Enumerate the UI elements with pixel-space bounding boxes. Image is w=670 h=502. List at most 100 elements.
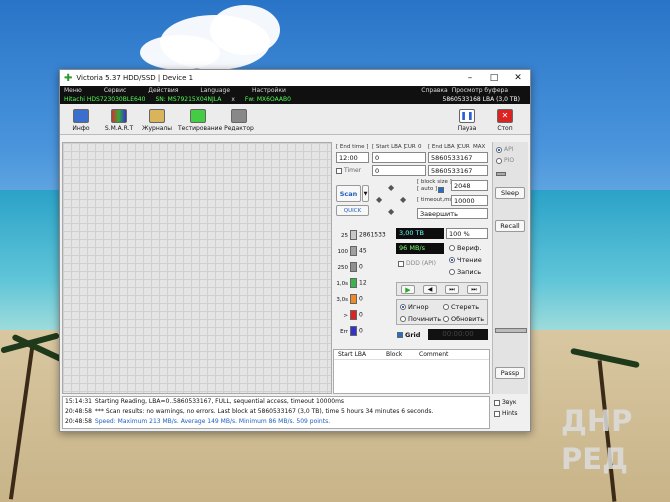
latency-bar-label: 1,0s (336, 280, 348, 287)
auto-checkbox[interactable] (438, 187, 444, 193)
smart-button[interactable]: S.M.A.R.T (102, 109, 136, 132)
event-log: 15:14:31 Starting Reading, LBA=0..586053… (62, 396, 490, 429)
logs-button[interactable]: Журналы (140, 109, 174, 132)
arrow-left-icon[interactable]: ◆ (376, 195, 382, 204)
ignore-radio-icon (400, 304, 406, 310)
error-action-group: Игнор Стереть Починить Обновить (396, 299, 488, 325)
pio-radio[interactable]: PIO (496, 157, 514, 164)
test-label: Тестирование (178, 125, 223, 132)
latency-bar-count: 0 (359, 263, 363, 271)
repair-radio[interactable]: Починить (400, 315, 441, 323)
erase-label: Стереть (451, 303, 480, 311)
pause-label: Пауза (457, 125, 477, 132)
erase-radio[interactable]: Стереть (443, 303, 479, 311)
latency-bar-count: 0 (359, 327, 363, 335)
ddd-checkbox[interactable]: DDD (API) (398, 260, 436, 267)
passp-button[interactable]: Passp (495, 367, 525, 379)
ddd-label: DDD (API) (406, 260, 436, 267)
right-sidebar: API PIO Sleep Recall Passp (492, 142, 528, 394)
watermark-line1: ДНР (561, 404, 633, 438)
end-icon[interactable]: ⏭ (467, 285, 481, 294)
refresh-radio[interactable]: Обновить (443, 315, 484, 323)
menu-item-menu[interactable]: Меню (64, 87, 82, 94)
drive-lba: 5860533168 LBA (3,0 TB) (442, 96, 520, 103)
minimize-button[interactable]: – (458, 73, 482, 83)
arrow-down-icon[interactable]: ◆ (388, 207, 394, 216)
finish-select[interactable]: Завершить (417, 208, 488, 219)
log-line: 20:48:58 *** Scan results: no warnings, … (63, 407, 489, 417)
write-radio[interactable]: Запись (449, 268, 481, 276)
latency-bar-swatch (350, 310, 357, 320)
menu-bar: Меню Сервис Действия Language Настройки … (60, 86, 530, 95)
log-time: 20:48:58 (65, 418, 92, 425)
latency-bar-row: >0 (336, 310, 394, 322)
hints-checkbox[interactable]: Hints (494, 410, 517, 417)
menu-item-service[interactable]: Сервис (104, 87, 126, 94)
close-button[interactable]: ✕ (506, 73, 530, 83)
editor-icon (231, 109, 247, 123)
cur2-label: CUR (458, 144, 470, 150)
close-device-icon[interactable]: x (231, 96, 235, 103)
max-label: MAX (473, 144, 486, 150)
stop-button[interactable]: ✕ Стоп (488, 109, 522, 132)
timer-input[interactable]: 0 (372, 165, 426, 176)
recall-button[interactable]: Recall (495, 220, 525, 232)
latency-bar-label: > (343, 312, 348, 319)
skip-icon[interactable]: ⏭ (445, 285, 459, 294)
editor-label: Редактор (224, 125, 254, 132)
drive-firmware: Fw: MX6OAAB0 (244, 96, 291, 103)
buffer-view-button[interactable]: Просмотр буфера (452, 87, 508, 94)
verify-radio[interactable]: Вериф. (449, 244, 481, 252)
arrow-up-icon[interactable]: ◆ (388, 183, 394, 192)
play-icon[interactable]: ▶ (401, 285, 415, 294)
scan-button[interactable]: Scan (336, 185, 361, 202)
log-text: *** Scan results: no warnings, no errors… (94, 408, 434, 415)
step-back-icon[interactable]: ◀ (423, 285, 437, 294)
pause-button[interactable]: ❚❚ Пауза (450, 109, 484, 132)
info-button[interactable]: Инфо (64, 109, 98, 132)
latency-bar-row: 1,0s 12 (336, 278, 394, 290)
editor-button[interactable]: Редактор (222, 109, 256, 132)
menu-item-language[interactable]: Language (200, 87, 230, 94)
arrow-right-icon[interactable]: ◆ (400, 195, 406, 204)
scan-dropdown-icon[interactable]: ▼ (362, 185, 369, 202)
sound-label: Звук (502, 399, 517, 406)
latency-bar-swatch (350, 326, 357, 336)
percent-value: 100 (449, 230, 462, 238)
sound-checkbox[interactable]: Звук (494, 399, 517, 406)
cloud (210, 5, 280, 55)
latency-bar-count: 0 (359, 295, 363, 303)
quick-button[interactable]: QUICK (336, 205, 369, 216)
end-time-input[interactable]: 12:00 (336, 152, 369, 163)
end-lba-input[interactable]: 5860533167 (428, 152, 488, 163)
pause-icon: ❚❚ (459, 109, 475, 123)
timer-display: 00:00:00 (428, 329, 488, 340)
col-start-lba: Start LBA (338, 351, 367, 358)
scan-grid (62, 142, 332, 394)
end-time-label: [ End time ] (336, 144, 369, 150)
stop-icon: ✕ (497, 109, 513, 123)
menu-item-settings[interactable]: Настройки (252, 87, 286, 94)
read-radio[interactable]: Чтение (449, 256, 482, 264)
block-size-select[interactable]: 2048 (451, 180, 488, 191)
refresh-label: Обновить (451, 315, 485, 323)
sleep-button[interactable]: Sleep (495, 187, 525, 199)
grid-checkbox[interactable]: Grid (397, 331, 420, 339)
api-radio[interactable]: API (496, 146, 514, 153)
watermark-line2: РЕД (561, 442, 628, 476)
start-lba-input[interactable]: 0 (372, 152, 426, 163)
hints-check-icon (494, 410, 500, 417)
ignore-radio[interactable]: Игнор (400, 303, 429, 311)
latency-bar-count: 0 (359, 311, 363, 319)
end-lba-input-2[interactable]: 5860533167 (428, 165, 488, 176)
erase-radio-icon (443, 304, 449, 310)
timer-checkbox[interactable]: Timer (336, 167, 361, 174)
api-radio-icon (496, 146, 502, 153)
maximize-button[interactable]: □ (482, 73, 506, 83)
timeout-select[interactable]: 10000 (451, 195, 488, 206)
menu-item-actions[interactable]: Действия (148, 87, 178, 94)
test-button[interactable]: Тестирование (178, 109, 222, 132)
menu-item-help[interactable]: Справка (421, 87, 447, 94)
write-radio-icon (449, 269, 455, 275)
direction-pad[interactable]: ◆ ◆ ◆ ◆ (374, 183, 410, 219)
